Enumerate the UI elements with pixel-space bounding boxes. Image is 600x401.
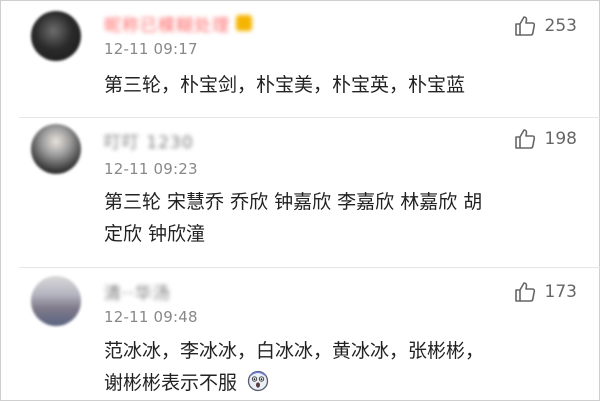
divider bbox=[19, 267, 600, 268]
comment-text-line: 范冰冰，李冰冰，白冰冰，黄冰冰，张彬彬， bbox=[104, 340, 485, 362]
username-text: 昵称已模糊处理 bbox=[104, 15, 230, 36]
divider bbox=[19, 117, 600, 118]
comment-item: 叮叮 1230 198 12-11 09:23 第三轮 宋慧乔 乔欣 钟嘉欣 李… bbox=[1, 119, 600, 269]
username-text: 清··华汤 bbox=[104, 283, 171, 304]
comment-text-fragment: 谢彬彬表示不服 bbox=[104, 372, 238, 394]
like-button[interactable]: 198 bbox=[513, 127, 577, 151]
comment-list: 昵称已模糊处理 253 12-11 09:17 第三轮，朴宝剑，朴宝美，朴宝英，… bbox=[0, 0, 600, 401]
username[interactable]: 清··华汤 bbox=[104, 282, 171, 304]
thumbs-up-icon bbox=[514, 282, 535, 302]
username[interactable]: 昵称已模糊处理 bbox=[104, 14, 252, 36]
like-button[interactable]: 173 bbox=[513, 280, 577, 304]
comment-item: 昵称已模糊处理 253 12-11 09:17 第三轮，朴宝剑，朴宝美，朴宝英，… bbox=[1, 1, 600, 119]
username-text: 叮叮 1230 bbox=[104, 132, 194, 153]
comment-text: 第三轮 宋慧乔 乔欣 钟嘉欣 李嘉欣 林嘉欣 胡 定欣 钟欣潼 bbox=[104, 186, 574, 250]
like-count: 198 bbox=[544, 129, 577, 149]
thumbs-up-icon bbox=[514, 16, 535, 36]
comment-time: 12-11 09:17 bbox=[104, 40, 198, 58]
comment-text-line: 第三轮，朴宝剑，朴宝美，朴宝英，朴宝蓝 bbox=[104, 74, 466, 96]
comment-text-line: 谢彬彬表示不服 bbox=[104, 367, 574, 399]
thumbs-up-icon bbox=[514, 129, 535, 149]
comment-text-line: 第三轮 宋慧乔 乔欣 钟嘉欣 李嘉欣 林嘉欣 胡 bbox=[104, 191, 483, 213]
avatar[interactable] bbox=[31, 124, 81, 174]
like-button[interactable]: 253 bbox=[513, 14, 577, 38]
username[interactable]: 叮叮 1230 bbox=[104, 131, 194, 153]
comment-text: 第三轮，朴宝剑，朴宝美，朴宝英，朴宝蓝 bbox=[104, 69, 574, 101]
shocked-face-emoji-icon bbox=[247, 370, 269, 392]
comment-time: 12-11 09:48 bbox=[104, 308, 198, 326]
vip-badge-icon bbox=[236, 15, 252, 31]
comment-time: 12-11 09:23 bbox=[104, 160, 198, 178]
like-count: 173 bbox=[544, 282, 577, 302]
comment-item: 清··华汤 173 12-11 09:48 范冰冰，李冰冰，白冰冰，黄冰冰，张彬… bbox=[1, 269, 600, 401]
like-count: 253 bbox=[544, 16, 577, 36]
comment-text-line: 定欣 钟欣潼 bbox=[104, 223, 206, 245]
avatar[interactable] bbox=[31, 11, 81, 61]
comment-text: 范冰冰，李冰冰，白冰冰，黄冰冰，张彬彬， 谢彬彬表示不服 bbox=[104, 335, 574, 399]
avatar[interactable] bbox=[31, 276, 81, 326]
